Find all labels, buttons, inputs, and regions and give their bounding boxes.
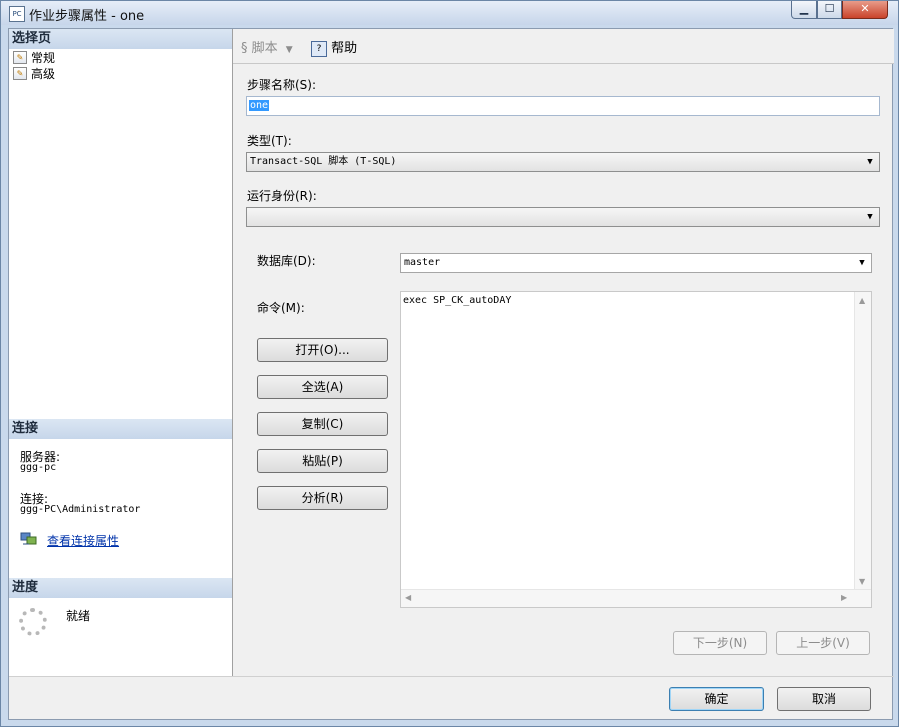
script-button[interactable]: § 脚本 ▼ [241,37,293,56]
help-icon: ? [311,40,327,57]
progress-header: 进度 [9,578,232,598]
left-pane: 选择页 ✎ 常规 ✎ 高级 连接 服务器: ggg-pc 连接: ggg-PC\… [9,29,233,676]
connection-properties-icon [20,532,38,546]
chevron-down-icon[interactable]: ▼ [286,45,293,55]
nav-item-general[interactable]: ✎ 常规 [13,50,55,66]
paste-button[interactable]: 粘贴(P) [257,449,388,473]
progress-status: 就绪 [66,609,91,623]
scroll-left-icon[interactable]: ◀ [405,593,411,602]
scroll-right-icon[interactable]: ▶ [841,593,847,602]
database-value: master [404,257,441,268]
server-value: ggg-pc [20,462,57,473]
title-bar[interactable]: PC 作业步骤属性 - one ▁ ☐ ✕ [1,1,898,25]
open-button[interactable]: 打开(O)... [257,338,388,362]
script-icon: § [241,41,248,56]
nav-item-label: 高级 [31,67,56,81]
command-label: 命令(M): [257,301,305,315]
database-label: 数据库(D): [257,254,316,268]
connection-header: 连接 [9,419,232,439]
step-name-label: 步骤名称(S): [247,78,317,92]
maximize-button[interactable]: ☐ [817,1,842,19]
horizontal-scrollbar[interactable]: ◀ ▶ [401,589,871,607]
app-icon: PC [9,6,25,22]
vertical-scrollbar[interactable]: ▲ ▼ [854,292,871,590]
help-button[interactable]: ? 帮助 [311,37,357,57]
minimize-button[interactable]: ▁ [791,1,817,19]
chevron-down-icon[interactable]: ▼ [855,254,869,272]
scroll-up-icon[interactable]: ▲ [859,296,865,305]
previous-step-button[interactable]: 上一步(V) [776,631,870,655]
job-step-properties-window: PC 作业步骤属性 - one ▁ ☐ ✕ 选择页 ✎ 常规 ✎ 高级 连接 服… [0,0,899,727]
cancel-button[interactable]: 取消 [777,687,871,711]
parse-button[interactable]: 分析(R) [257,486,388,510]
chevron-down-icon[interactable]: ▼ [863,153,877,171]
dialog-client-area: 选择页 ✎ 常规 ✎ 高级 连接 服务器: ggg-pc 连接: ggg-PC\… [8,28,894,720]
step-name-input[interactable]: one [246,96,880,116]
type-label: 类型(T): [247,134,292,148]
run-as-select[interactable]: ▼ [246,207,880,227]
scroll-down-icon[interactable]: ▼ [859,577,865,586]
view-connection-properties-link[interactable]: 查看连接属性 [47,532,119,549]
select-page-header: 选择页 [9,29,232,49]
type-value: Transact-SQL 脚本 (T-SQL) [250,156,397,167]
type-select[interactable]: Transact-SQL 脚本 (T-SQL) ▼ [246,152,880,172]
step-name-value: one [249,100,270,111]
copy-button[interactable]: 复制(C) [257,412,388,436]
chevron-down-icon[interactable]: ▼ [863,208,877,226]
connection-value: ggg-PC\Administrator [20,504,141,515]
next-step-button[interactable]: 下一步(N) [673,631,767,655]
nav-item-label: 常规 [31,51,56,65]
database-select[interactable]: master ▼ [400,253,872,273]
close-button[interactable]: ✕ [842,1,888,19]
page-icon: ✎ [13,67,27,80]
page-icon: ✎ [13,51,27,64]
toolbar: § 脚本 ▼ ? 帮助 [233,29,894,64]
window-title: 作业步骤属性 - one [29,9,145,24]
progress-spinner-icon [19,608,47,636]
footer-divider [9,676,894,677]
command-textarea[interactable]: exec SP_CK_autoDAY ▲ ▼ ◀ ▶ [400,291,872,608]
nav-item-advanced[interactable]: ✎ 高级 [13,66,55,82]
select-all-button[interactable]: 全选(A) [257,375,388,399]
ok-button[interactable]: 确定 [669,687,764,711]
run-as-label: 运行身份(R): [247,189,317,203]
command-text: exec SP_CK_autoDAY [403,295,512,306]
